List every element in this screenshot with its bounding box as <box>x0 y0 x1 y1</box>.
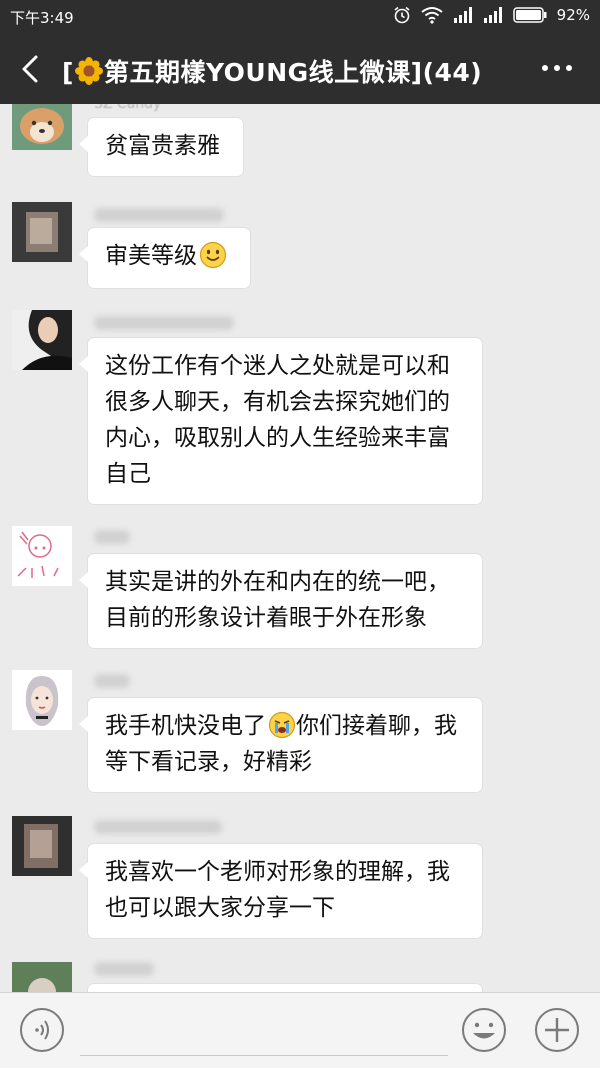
message-line: 我手机快没电了 你们接着聊，我 <box>105 708 465 744</box>
sender-name-blurred <box>94 316 234 330</box>
sender-name-blurred <box>94 208 224 222</box>
message-bubble[interactable]: 我喜欢一个老师对形象的理解，我 也可以跟大家分享一下 <box>79 844 482 938</box>
plus-icon[interactable] <box>533 1006 581 1054</box>
flower-icon <box>74 57 103 85</box>
input-bar <box>0 992 600 1068</box>
message-line: 也可以跟大家分享一下 <box>105 895 335 921</box>
message-text: 我手机快没电了 <box>105 713 266 739</box>
message-bubble[interactable]: 贫富贵素雅 <box>79 118 243 176</box>
avatar-image <box>12 202 72 262</box>
battery-icon <box>512 7 547 23</box>
sender-name-blurred <box>94 820 222 834</box>
status-time: 下午3:49 <box>10 9 74 27</box>
avatar-image <box>12 526 72 586</box>
smile-emoji <box>199 241 227 269</box>
status-bar: 下午3:49 92% <box>0 0 600 34</box>
avatar-image <box>12 962 72 992</box>
avatar[interactable] <box>12 526 72 586</box>
message-list[interactable]: SZ Candy 贫富贵素雅 审美等级 这份工作有个迷人之处就是可以和 很多人聊… <box>0 104 600 992</box>
avatar[interactable] <box>12 670 72 730</box>
title-text: 第五期樣YOUNG线上微课](44) <box>103 58 483 87</box>
sender-name-blurred <box>94 674 130 688</box>
chat-title: [ 第五期樣YOUNG线上微课](44) <box>62 53 482 89</box>
avatar-image <box>12 310 72 370</box>
signal-icon <box>453 7 472 23</box>
signal-icon <box>483 7 502 23</box>
avatar[interactable] <box>12 816 72 876</box>
avatar[interactable] <box>12 962 72 992</box>
back-icon[interactable] <box>16 52 48 86</box>
title-bracket: [ <box>62 58 74 87</box>
alarm-icon <box>394 6 410 24</box>
message-line: 其实是讲的外在和内在的统一吧， <box>105 569 450 595</box>
message-input[interactable] <box>80 1005 448 1056</box>
message-bubble[interactable]: 这份工作有个迷人之处就是可以和 很多人聊天，有机会去探究她们的 内心，吸取别人的… <box>79 338 482 504</box>
emoji-icon[interactable] <box>460 1006 508 1054</box>
avatar[interactable] <box>12 202 72 262</box>
avatar-image <box>12 816 72 876</box>
message-bubble[interactable] <box>88 984 482 992</box>
message-text: 贫富贵素雅 <box>105 133 220 159</box>
message-line: 自己 <box>105 461 151 487</box>
message-text: 你们接着聊，我 <box>296 713 457 739</box>
title-bar: [ 第五期樣YOUNG线上微课](44) <box>0 34 600 104</box>
more-icon[interactable] <box>540 58 574 78</box>
battery-level: 92% <box>556 6 590 24</box>
avatar-image <box>12 670 72 730</box>
message-line: 目前的形象设计着眼于外在形象 <box>105 605 427 631</box>
crying-emoji <box>268 711 296 739</box>
message-line: 这份工作有个迷人之处就是可以和 <box>105 353 450 379</box>
message-line: 等下看记录，好精彩 <box>105 749 312 775</box>
voice-icon[interactable] <box>18 1006 66 1054</box>
sender-name: SZ Candy <box>94 104 162 112</box>
avatar-image <box>12 104 72 150</box>
message-bubble[interactable]: 其实是讲的外在和内在的统一吧， 目前的形象设计着眼于外在形象 <box>79 554 482 648</box>
message-bubble[interactable]: 我手机快没电了 你们接着聊，我 等下看记录，好精彩 <box>79 698 482 792</box>
message-line: 我喜欢一个老师对形象的理解，我 <box>105 859 450 885</box>
message-line: 内心，吸取别人的人生经验来丰富 <box>105 425 450 451</box>
avatar[interactable] <box>12 104 72 150</box>
message-bubble[interactable]: 审美等级 <box>79 228 250 288</box>
avatar[interactable] <box>12 310 72 370</box>
wifi-icon <box>421 7 443 24</box>
sender-name-blurred <box>94 530 130 544</box>
sender-name-blurred <box>94 962 154 976</box>
message-text: 审美等级 <box>105 243 197 269</box>
message-line: 很多人聊天，有机会去探究她们的 <box>105 389 450 415</box>
status-icons: 92% <box>393 6 590 24</box>
